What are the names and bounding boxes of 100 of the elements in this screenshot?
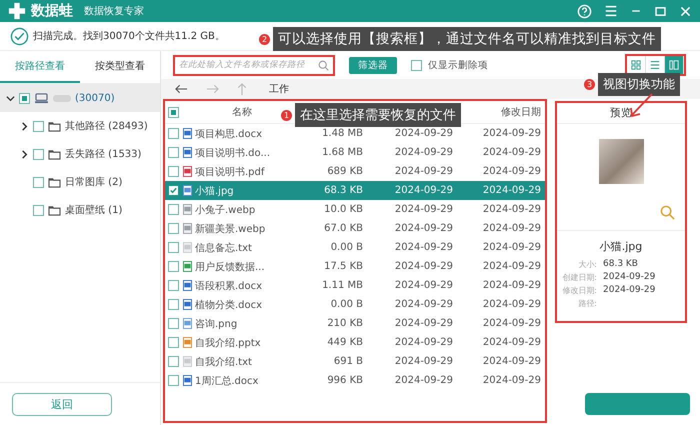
folder-icon — [48, 176, 61, 188]
file-row[interactable]: 语段积累.docx 1.11 MB 2024-09-29 2024-09-29 — [165, 276, 545, 295]
file-size: 691 B — [332, 356, 363, 367]
modified-date: 2024-09-29 — [482, 242, 541, 253]
checkbox[interactable] — [33, 120, 44, 132]
close-icon[interactable] — [679, 4, 692, 18]
chevron-right-icon[interactable] — [20, 122, 29, 130]
detail-label: 大小: — [577, 259, 597, 270]
checkbox[interactable] — [168, 242, 178, 253]
back-button[interactable]: 返回 — [12, 392, 112, 416]
file-name: 植物分类.docx — [195, 298, 262, 312]
view-tab[interactable]: 按类型查看 — [80, 51, 160, 83]
tree-label: 丢失路径 (1533) — [65, 148, 142, 161]
modified-date: 2024-09-29 — [482, 147, 541, 158]
file-row[interactable]: 新疆美景.webp 67.0 KB 2024-09-29 2024-09-29 — [165, 219, 545, 238]
maximize-icon[interactable] — [654, 4, 667, 18]
checkbox[interactable] — [411, 60, 422, 70]
checkbox[interactable] — [33, 176, 44, 188]
checkbox[interactable] — [168, 280, 178, 291]
grid-icon — [631, 60, 641, 70]
file-row[interactable]: 用户反馈数据... 17.5 KB 2024-09-29 2024-09-29 — [165, 257, 545, 276]
folder-icon — [48, 148, 61, 160]
modified-date: 2024-09-29 — [482, 223, 541, 234]
created-date: 2024-09-29 — [394, 356, 453, 367]
checkbox-label: 仅显示删除项 — [428, 58, 488, 72]
folder-path: 工作 — [269, 83, 289, 96]
file-row[interactable]: 咨询.png 210 KB 2024-09-29 2024-09-29 — [165, 314, 545, 333]
plus-logo-icon — [8, 2, 26, 20]
checkbox[interactable] — [168, 223, 178, 234]
checkbox[interactable] — [19, 92, 30, 104]
checkbox[interactable] — [168, 337, 178, 348]
tree-item[interactable]: 其他路径 (28493) — [0, 112, 160, 140]
file-row[interactable]: 项目说明书.pdf 689 KB 2024-09-29 2024-09-29 — [165, 162, 545, 181]
search-icon[interactable] — [660, 205, 675, 220]
columns-icon — [669, 60, 679, 70]
file-row[interactable]: 小猫.jpg 68.3 KB 2024-09-29 2024-09-29 — [165, 181, 545, 200]
file-row[interactable]: 自我介绍.pptx 449 KB 2024-09-29 2024-09-29 — [165, 333, 545, 352]
preview-view-button[interactable] — [665, 56, 684, 74]
file-size: 1.68 MB — [321, 147, 363, 158]
checkbox[interactable] — [168, 375, 178, 386]
file-size: 449 KB — [326, 337, 363, 348]
modified-date: 2024-09-29 — [482, 356, 541, 367]
file-row[interactable]: 自我介绍.txt 691 B 2024-09-29 2024-09-29 — [165, 352, 545, 371]
created-date: 2024-09-29 — [394, 318, 453, 329]
file-size: 689 KB — [326, 166, 363, 177]
modified-date: 2024-09-29 — [482, 261, 541, 272]
created-date: 2024-09-29 — [394, 242, 453, 253]
up-arrow-icon[interactable] — [237, 82, 247, 96]
checkbox[interactable] — [168, 166, 178, 177]
file-row[interactable]: 1周汇总.docx 996 KB 2024-09-29 2024-09-29 — [165, 371, 545, 390]
checkbox[interactable] — [168, 128, 178, 139]
preview-title: 预览 — [557, 103, 685, 124]
checkbox[interactable] — [168, 299, 178, 310]
file-row[interactable]: 植物分类.docx 0.00 B 2024-09-29 2024-09-29 — [165, 295, 545, 314]
file-row[interactable]: 信息备忘.txt 0.00 B 2024-09-29 2024-09-29 — [165, 238, 545, 257]
file-size: 17.5 KB — [323, 261, 363, 272]
app-subtitle: 数据恢复专家 — [84, 4, 144, 18]
file-size: 0.00 B — [330, 299, 363, 310]
select-all-checkbox[interactable] — [168, 106, 178, 118]
menu-icon[interactable] — [604, 4, 618, 18]
checkbox[interactable] — [168, 318, 178, 329]
tree-item[interactable]: 桌面壁纸 (1) — [0, 196, 160, 224]
modified-date: 2024-09-29 — [482, 128, 541, 139]
created-date: 2024-09-29 — [394, 204, 453, 215]
file-name: 小兔子.webp — [195, 204, 256, 216]
search-field[interactable]: 在此处输入文件名称或保存路径 — [173, 54, 335, 76]
checkbox[interactable] — [168, 185, 178, 196]
forward-arrow-icon[interactable] — [206, 84, 219, 94]
created-date: 2024-09-29 — [394, 147, 453, 158]
checkbox[interactable] — [33, 148, 44, 160]
file-row[interactable]: 项目说明书.do... 1.68 MB 2024-09-29 2024-09-29 — [165, 143, 545, 162]
checkbox[interactable] — [168, 356, 178, 367]
detail-value: 2024-09-29 — [603, 285, 656, 296]
created-date: 2024-09-29 — [394, 185, 453, 196]
file-row[interactable]: 小兔子.webp 10.0 KB 2024-09-29 2024-09-29 — [165, 200, 545, 219]
modified-date: 2024-09-29 — [482, 337, 541, 348]
search-input[interactable]: 在此处输入文件名称或保存路径 — [179, 60, 318, 70]
tree-item[interactable]: 日常图库 (2) — [0, 168, 160, 196]
app-name: 数据蛙 — [31, 2, 73, 20]
created-date: 2024-09-29 — [394, 375, 453, 386]
checkbox[interactable] — [168, 147, 178, 158]
checkbox[interactable] — [168, 204, 178, 215]
chevron-down-icon[interactable] — [6, 94, 15, 102]
back-arrow-icon[interactable] — [175, 84, 188, 94]
tree-label: 其他路径 (28493) — [65, 120, 148, 133]
help-icon[interactable] — [577, 4, 592, 18]
detail-label: 修改日期: — [561, 285, 597, 296]
tree-label: (30070) — [75, 92, 115, 104]
file-size: 67.0 KB — [323, 223, 363, 234]
file-row[interactable]: 项目构思.docx 1.48 MB 2024-09-29 2024-09-29 — [165, 124, 545, 143]
checkbox[interactable] — [168, 261, 178, 272]
file-size: 68.3 KB — [323, 185, 363, 196]
tree-item[interactable]: (30070) — [0, 84, 160, 112]
file-name: 自我介绍.txt — [195, 356, 252, 368]
chevron-right-icon[interactable] — [20, 150, 29, 158]
checkbox[interactable] — [33, 204, 44, 216]
detail-value: 68.3 KB — [603, 259, 639, 270]
tree-item[interactable]: 丢失路径 (1533) — [0, 140, 160, 168]
modified-date: 2024-09-29 — [482, 280, 541, 291]
file-size: 0.00 B — [330, 242, 363, 253]
